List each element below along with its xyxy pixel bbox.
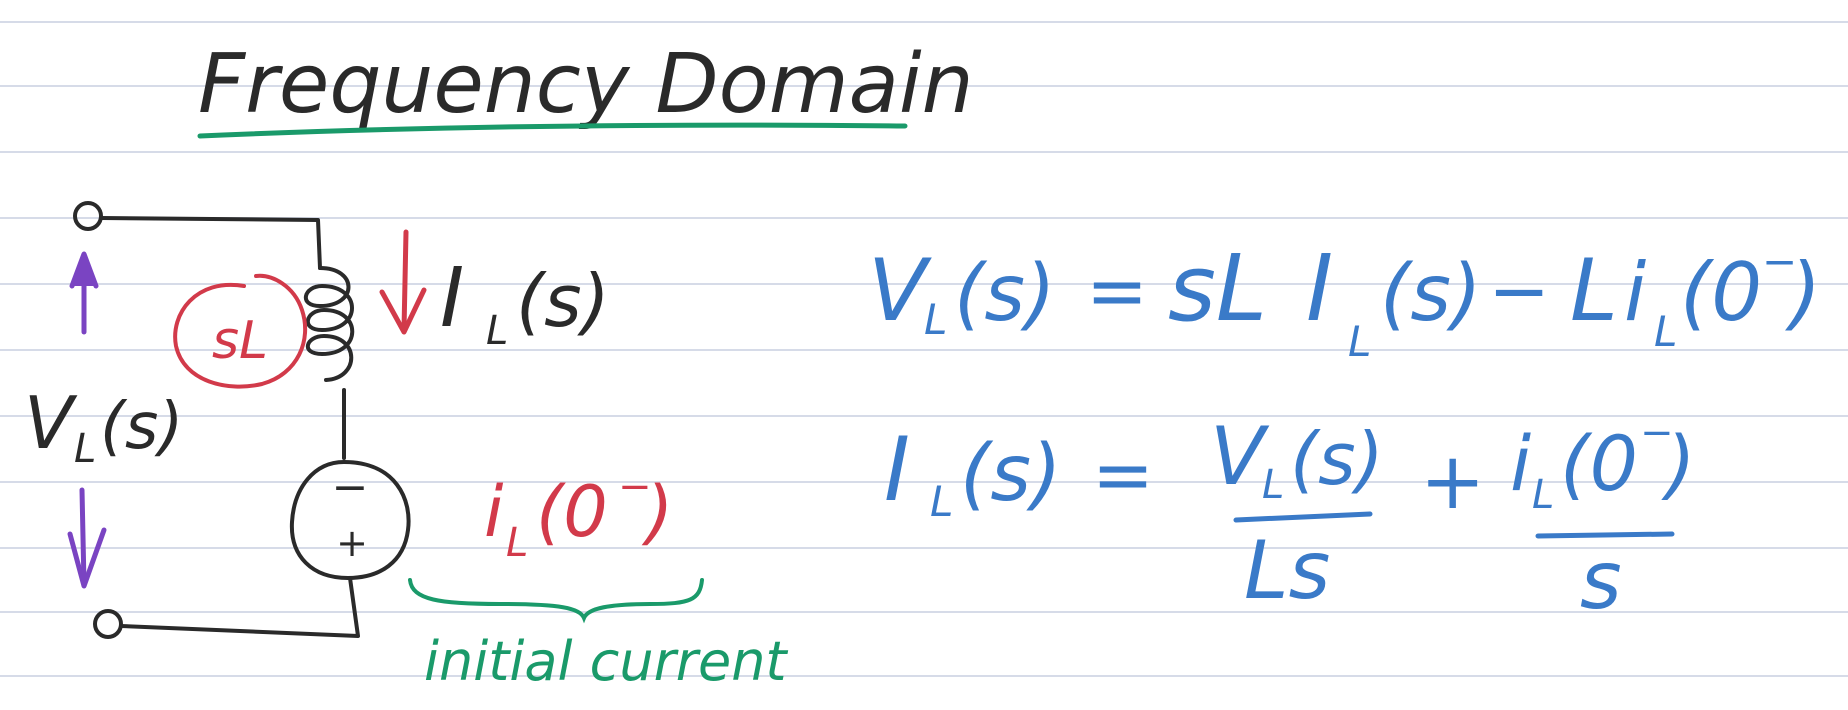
eq2-f1-V: V <box>1210 410 1270 503</box>
bottom-terminal <box>93 609 123 639</box>
voltage-label-main: V <box>24 381 78 465</box>
eq1-I-arg: (s) <box>1380 249 1482 339</box>
top-wire <box>99 216 322 270</box>
source-value-sub: L <box>506 520 528 566</box>
eq2-fraction-bar-1 <box>1233 511 1373 523</box>
eq1-L: L <box>1570 241 1618 341</box>
voltage-label-arg: (s) <box>100 390 183 464</box>
eq1-lhs-arg: (s) <box>954 249 1056 339</box>
eq1-equals: = <box>1086 248 1148 334</box>
eq1-minus: − <box>1488 248 1550 334</box>
source-value-arg: (0 <box>536 471 608 553</box>
eq1-lhs-sub: L <box>924 295 947 344</box>
eq2-f1-sub: L <box>1262 462 1284 508</box>
annotation-text: initial current <box>424 630 788 693</box>
eq2-f1-arg: (s) <box>1290 417 1384 501</box>
source-value-close: ) <box>641 471 673 553</box>
eq2-f2-sub: L <box>1532 472 1554 518</box>
voltage-up-arrow-icon <box>69 251 99 335</box>
source-minus-sign: − <box>332 462 369 513</box>
source-value-main: i <box>484 471 504 553</box>
eq1-sL: sL <box>1168 235 1267 342</box>
current-label-arg: (s) <box>516 259 610 343</box>
eq1-i-arg: (0 <box>1680 246 1762 339</box>
eq1-i-sub: L <box>1654 307 1677 356</box>
eq2-f2-arg: (0 <box>1560 419 1638 508</box>
current-label: I L (s) <box>440 251 610 354</box>
source-value: i L (0 − ) <box>484 464 673 566</box>
eq1-lhs-V: V <box>868 241 932 341</box>
eq2-lhs-I: I <box>884 418 910 521</box>
eq2-f1-den: Ls <box>1244 524 1330 617</box>
eq1-I: I <box>1306 235 1333 342</box>
voltage-down-arrow-icon <box>67 487 107 589</box>
eq1-I-sub: L <box>1348 317 1371 366</box>
eq1-i: i <box>1624 246 1646 339</box>
top-terminal <box>73 201 103 231</box>
equation-2-frac1-num: V L (s) <box>1210 410 1384 508</box>
diagram-canvas: Frequency Domain − + sL I L (s) V L (s) … <box>0 21 1848 693</box>
voltage-label: V L (s) <box>24 381 183 472</box>
eq2-f2-i: i <box>1510 419 1531 508</box>
page-title: Frequency Domain <box>198 37 974 132</box>
equation-2-lhs: I L (s) = <box>884 418 1154 526</box>
source-plus-sign: + <box>336 521 368 565</box>
voltage-label-sub: L <box>74 426 96 472</box>
eq2-plus: + <box>1420 437 1485 527</box>
notebook-page: Frequency Domain − + sL I L (s) V L (s) … <box>0 0 1848 710</box>
eq2-lhs-sub: L <box>930 477 953 526</box>
eq2-f2-den: s <box>1580 534 1622 627</box>
equation-1: V L (s) = sL I L (s) − L i L (0 − ) <box>868 235 1821 366</box>
current-arrow-icon <box>379 229 427 335</box>
eq2-lhs-arg: (s) <box>960 429 1062 519</box>
eq2-f2-close: ) <box>1661 419 1696 508</box>
eq1-i-close: ) <box>1785 246 1821 339</box>
source-to-bottom-wire <box>119 576 360 638</box>
current-label-sub: L <box>486 308 508 354</box>
eq2-equals: = <box>1092 432 1154 518</box>
equation-2-frac2-num: i L (0 − ) <box>1510 410 1696 518</box>
impedance-label: sL <box>212 311 268 371</box>
current-label-main: I <box>440 251 464 346</box>
